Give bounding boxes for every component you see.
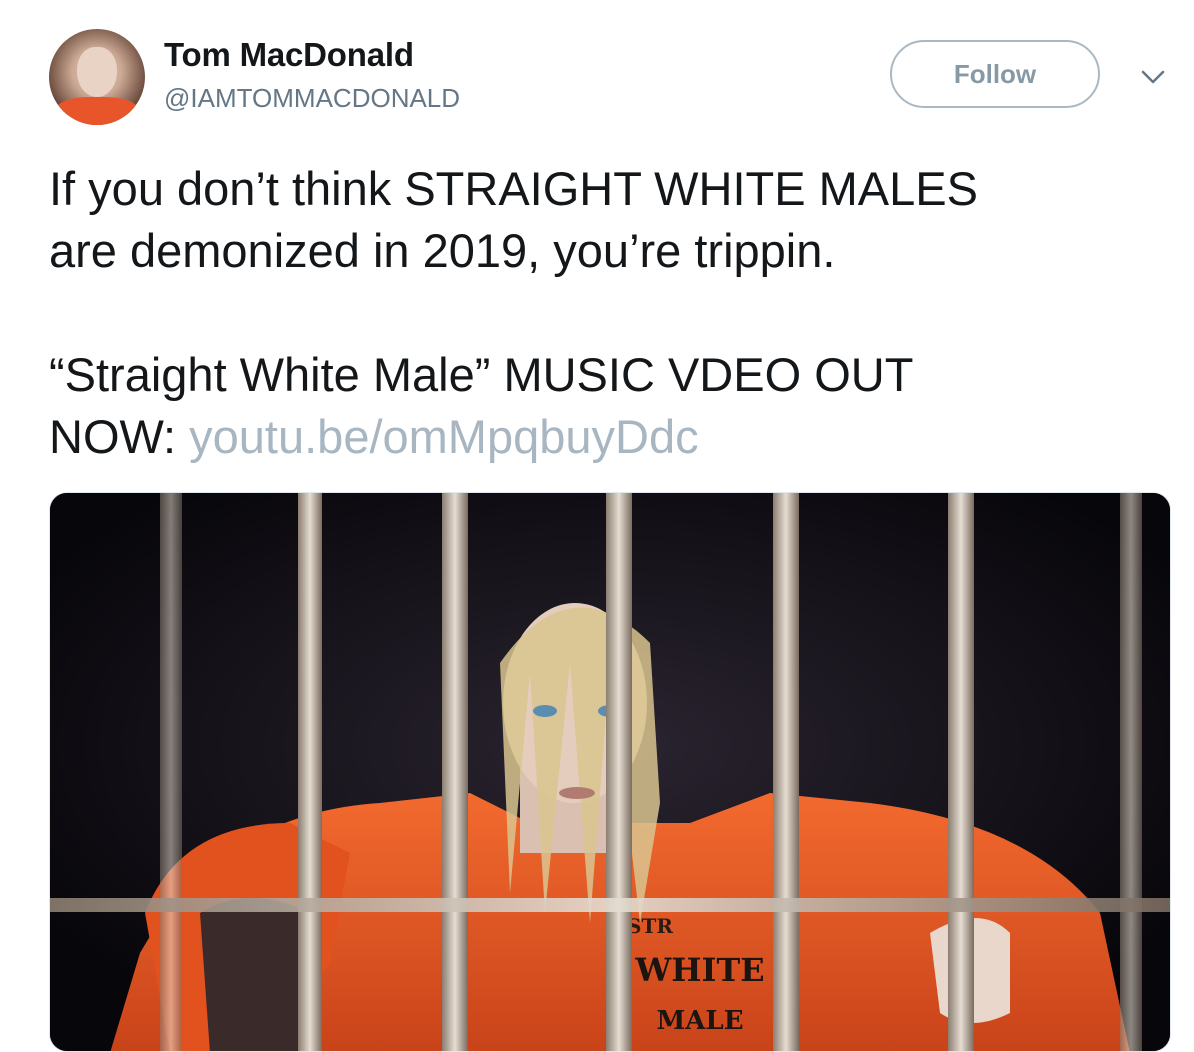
avatar[interactable] — [49, 29, 145, 125]
media-image[interactable]: STR WHITE MALE — [49, 492, 1171, 1052]
avatar-shirt — [55, 97, 139, 125]
tweet-line-2: are demonized in 2019, you’re trippin. — [49, 224, 836, 277]
display-name[interactable]: Tom MacDonald — [164, 36, 414, 74]
video-link[interactable]: youtu.be/omMpqbuyDdc — [189, 410, 698, 463]
chevron-down-icon[interactable] — [1138, 62, 1168, 92]
avatar-face — [77, 47, 117, 97]
shirt-text-1: STR — [627, 914, 673, 938]
user-handle[interactable]: @IAMTOMMACDONALD — [164, 83, 460, 114]
jail-photo: STR WHITE MALE — [50, 493, 1170, 1051]
shirt-text-3: MALE — [656, 1006, 743, 1036]
tweet-line-3: “Straight White Male” MUSIC VDEO OUT — [49, 348, 914, 401]
tweet-card: Tom MacDonald @IAMTOMMACDONALD Follow If… — [0, 0, 1194, 1052]
follow-button[interactable]: Follow — [890, 40, 1100, 108]
tweet-text: If you don’t think STRAIGHT WHITE MALES … — [49, 158, 1159, 468]
shirt-text-2: WHITE — [634, 951, 764, 989]
tweet-line-1: If you don’t think STRAIGHT WHITE MALES — [49, 162, 978, 215]
tweet-line-4-prefix: NOW: — [49, 410, 190, 463]
